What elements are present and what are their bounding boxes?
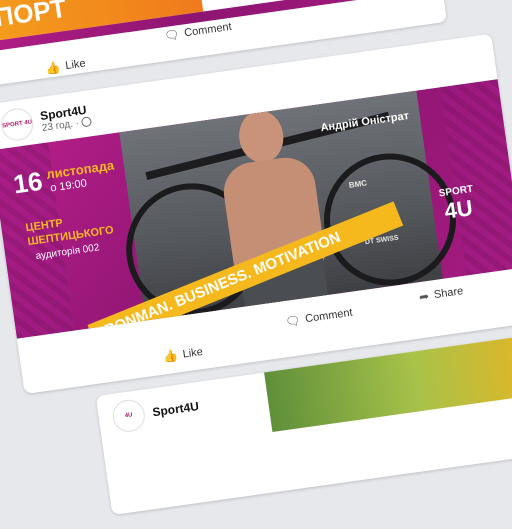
post-header: SPORT 4U Sport4U 23 год. · xyxy=(0,98,93,143)
avatar-logo-third: 4U xyxy=(124,412,134,420)
comment-button-main[interactable]: 🗨 Comment xyxy=(284,306,353,329)
like-button[interactable]: 👍 Like xyxy=(45,56,87,75)
event-day: 16 xyxy=(11,165,45,200)
share-button[interactable]: ➦ Share xyxy=(418,284,464,304)
feed: СПОРТ 🗨 Comment 👍 Like SPORT 4U Sport4U … xyxy=(0,0,512,516)
avatar[interactable]: SPORT 4U xyxy=(0,106,36,143)
post-author-block: Sport4U 23 год. · xyxy=(39,102,93,134)
post-header-third: 4U Sport4U xyxy=(110,390,201,434)
share-icon: ➦ xyxy=(418,288,431,305)
like-button-main[interactable]: 👍 Like xyxy=(162,345,204,364)
banner-pattern-right xyxy=(440,79,512,276)
share-label: Share xyxy=(433,285,464,302)
thumbs-up-icon: 👍 xyxy=(162,348,179,365)
like-label-main: Like xyxy=(181,345,204,361)
comment-icon: 🗨 xyxy=(284,313,302,330)
event-date: 16 xyxy=(11,166,44,201)
like-label: Like xyxy=(64,57,87,73)
thumbs-up-icon: 👍 xyxy=(44,59,62,76)
globe-icon xyxy=(81,116,93,128)
speaker-head xyxy=(235,107,287,166)
top-post-banner-text: СПОРТ xyxy=(0,0,69,36)
post-card-main: SPORT 4U Sport4U 23 год. · BMC DT SWISS … xyxy=(0,33,512,395)
post-author-third[interactable]: Sport4U xyxy=(152,399,200,419)
comment-label-main: Comment xyxy=(304,306,354,326)
comment-label: Comment xyxy=(183,20,233,40)
logo-4u-text: 4U xyxy=(442,195,475,224)
comment-icon: 🗨 xyxy=(163,27,181,44)
avatar-logo: SPORT 4U xyxy=(1,119,33,130)
sport4u-logo: SPORT 4U xyxy=(438,184,477,225)
avatar-third[interactable]: 4U xyxy=(110,397,147,434)
